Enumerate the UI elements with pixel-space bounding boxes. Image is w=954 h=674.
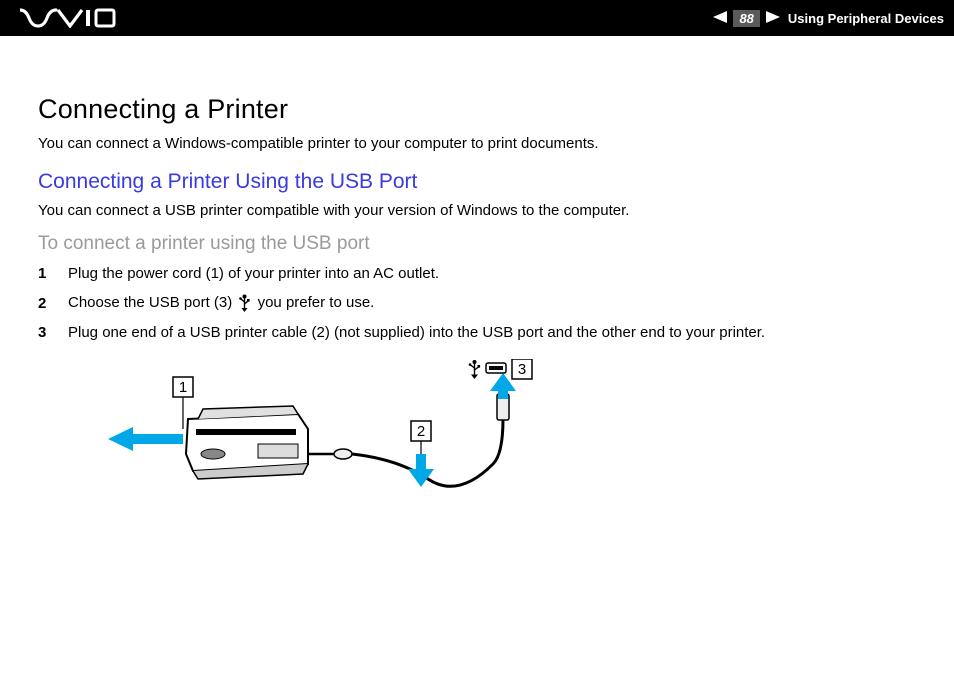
step-number: 2 [38,295,68,312]
procedure-title: To connect a printer using the USB port [38,233,920,255]
header-bar: 88 Using Peripheral Devices [0,0,954,36]
callout-2: 2 [417,423,425,440]
step-row: 1 Plug the power cord (1) of your printe… [38,265,920,282]
step-row: 3 Plug one end of a USB printer cable (2… [38,324,920,341]
section-title: Using Peripheral Devices [788,11,944,26]
nav-prev-icon[interactable] [713,11,727,26]
printer-illustration [186,406,308,479]
callout-3: 3 [518,361,526,378]
subtitle: Connecting a Printer Using the USB Port [38,170,920,194]
steps-list: 1 Plug the power cord (1) of your printe… [38,265,920,341]
nav-next-icon[interactable] [766,11,780,26]
step-number: 1 [38,265,68,282]
vaio-logo [20,8,116,28]
intro-text: You can connect a Windows-compatible pri… [38,135,920,152]
usb-icon [238,294,251,312]
page-content: Connecting a Printer You can connect a W… [0,36,954,539]
step-text: Plug one end of a USB printer cable (2) … [68,324,765,341]
page-title: Connecting a Printer [38,94,920,125]
header-right: 88 Using Peripheral Devices [713,10,944,27]
connection-diagram: 1 2 [98,359,538,519]
step-text: Plug the power cord (1) of your printer … [68,265,439,282]
callout-1: 1 [179,379,187,396]
step-row: 2 Choose the USB port (3) you prefer to … [38,294,920,312]
step-text: Choose the USB port (3) you prefer to us… [68,294,374,312]
page-number: 88 [733,10,759,27]
step-number: 3 [38,324,68,341]
usb-icon [469,360,480,379]
subintro-text: You can connect a USB printer compatible… [38,202,920,219]
